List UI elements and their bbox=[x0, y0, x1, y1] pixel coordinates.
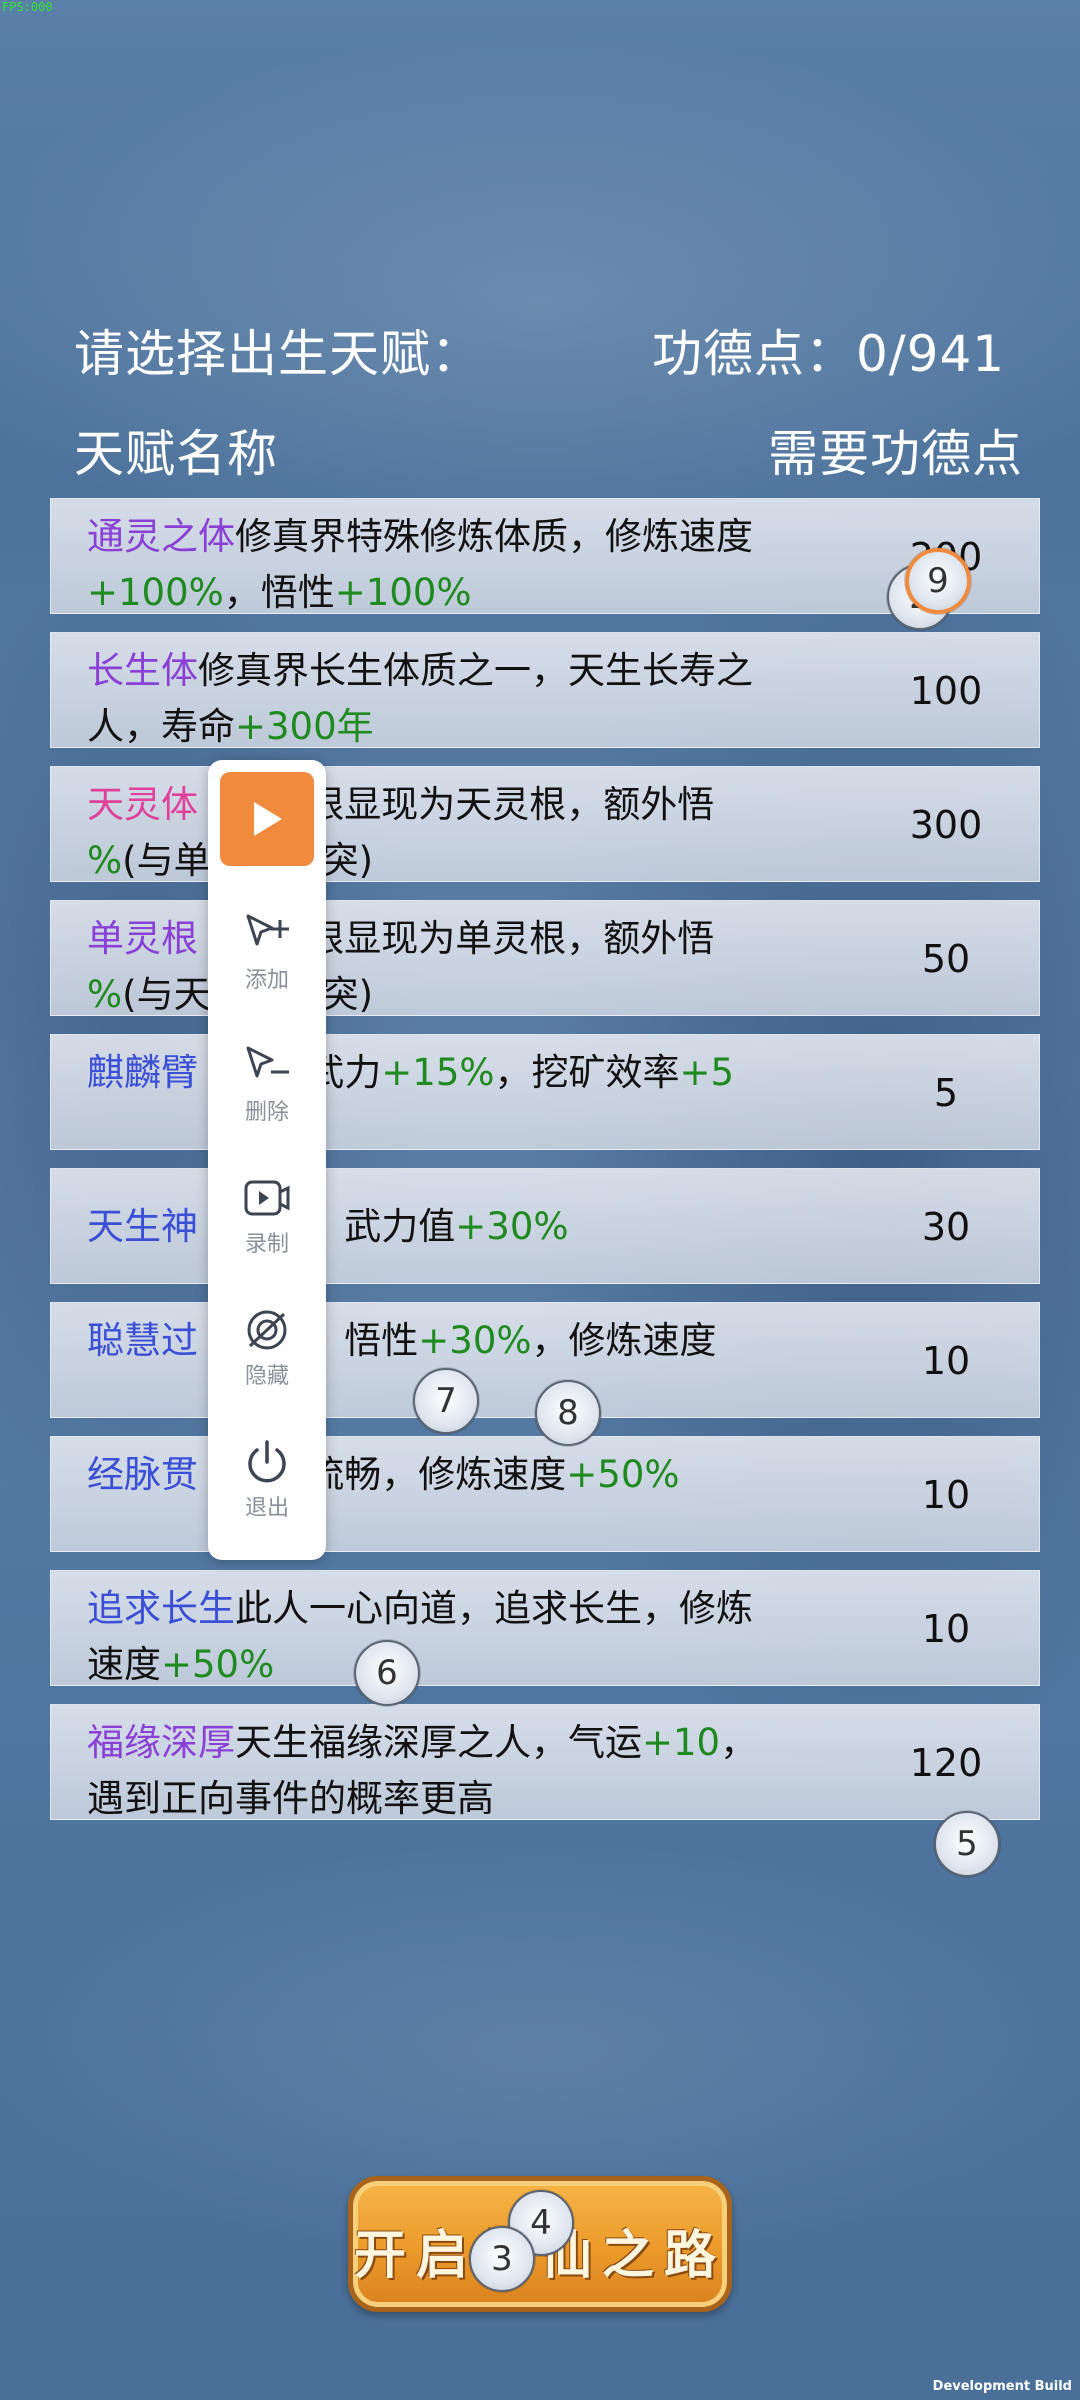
talent-row[interactable]: 麒麟臂 人，武力+15%，挖矿效率+5 5 bbox=[50, 1034, 1040, 1150]
talent-description: 天灵体 时灵根显现为天灵根，额外悟 %(与单灵根冲突) bbox=[87, 777, 767, 889]
remove-cursor-icon bbox=[246, 1046, 289, 1078]
talent-row[interactable]: 追求长生此人一心向道，追求长生，修炼速度+50% 10 bbox=[50, 1570, 1040, 1686]
talent-cost: 30 bbox=[921, 1205, 971, 1249]
touch-marker-7: 7 bbox=[413, 1368, 479, 1434]
column-header-name: 天赋名称 bbox=[74, 425, 278, 483]
talent-cost: 100 bbox=[909, 669, 983, 713]
talent-description: 经脉贯 运行流畅，修炼速度+50% bbox=[87, 1447, 767, 1503]
talent-name: 天灵体 bbox=[87, 783, 198, 826]
talent-description: 聪慧过 聪明，悟性+30%，修炼速度 bbox=[87, 1313, 767, 1369]
talent-name: 福缘深厚 bbox=[87, 1721, 235, 1764]
talent-name: 单灵根 bbox=[87, 917, 198, 960]
talent-cost: 10 bbox=[921, 1339, 971, 1383]
talent-description: 通灵之体修真界特殊修炼体质，修炼速度 +100%，悟性+100% bbox=[87, 509, 767, 621]
talent-desc-text: 修真界特殊修炼体质，修炼速度 bbox=[235, 515, 753, 558]
talent-row[interactable]: 福缘深厚天生福缘深厚之人，气运+10，遇到正向事件的概率更高 120 bbox=[50, 1704, 1040, 1820]
talent-row[interactable]: 天生神 神力，武力值+30% 30 bbox=[50, 1168, 1040, 1284]
record-label: 录制 bbox=[244, 1232, 289, 1257]
talent-desc-text: ，悟性 bbox=[223, 571, 335, 614]
page-title: 请选择出生天赋： bbox=[74, 325, 482, 383]
talent-name: 聪慧过 bbox=[87, 1319, 198, 1362]
exit-button[interactable]: 退出 bbox=[208, 1438, 326, 1522]
talent-bonus: +300年 bbox=[235, 705, 374, 748]
power-icon bbox=[248, 1440, 286, 1483]
talent-desc-text: ，修炼速度 bbox=[531, 1319, 717, 1362]
record-button[interactable]: 录制 bbox=[208, 1174, 326, 1258]
fps-counter: FPS:000 bbox=[2, 0, 53, 14]
add-button[interactable]: 添加 bbox=[208, 910, 326, 994]
talent-row[interactable]: 天灵体 时灵根显现为天灵根，额外悟 %(与单灵根冲突)300 bbox=[50, 766, 1040, 882]
talent-row[interactable]: 长生体修真界长生体质之一，天生长寿之人，寿命+300年 100 bbox=[50, 632, 1040, 748]
hide-button[interactable]: 隐藏 bbox=[208, 1306, 326, 1390]
talent-cost: 300 bbox=[909, 803, 983, 847]
touch-marker-8: 8 bbox=[535, 1380, 601, 1446]
talent-description: 追求长生此人一心向道，追求长生，修炼速度+50% bbox=[87, 1581, 767, 1693]
talent-description: 长生体修真界长生体质之一，天生长寿之人，寿命+300年 bbox=[87, 643, 767, 755]
add-cursor-icon bbox=[246, 914, 289, 946]
talent-bonus: +30% bbox=[418, 1319, 532, 1362]
talent-row[interactable]: 经脉贯 运行流畅，修炼速度+50% 10 bbox=[50, 1436, 1040, 1552]
talent-name: 天生神 bbox=[87, 1205, 198, 1248]
talent-cost: 50 bbox=[921, 937, 971, 981]
touch-marker-3: 3 bbox=[469, 2226, 535, 2292]
touch-marker-9: 9 bbox=[905, 548, 971, 614]
hide-label: 隐藏 bbox=[244, 1364, 289, 1389]
touch-marker-6: 6 bbox=[354, 1640, 420, 1706]
talent-bonus: +15% bbox=[381, 1051, 495, 1094]
talent-row[interactable]: 单灵根 时灵根显现为单灵根，额外悟 %(与天灵根冲突)50 bbox=[50, 900, 1040, 1016]
talent-cost: 10 bbox=[921, 1607, 971, 1651]
talent-bonus: +50% bbox=[566, 1453, 680, 1496]
add-label: 添加 bbox=[244, 968, 289, 993]
talent-bonus: +100% bbox=[334, 571, 472, 614]
talent-description: 福缘深厚天生福缘深厚之人，气运+10，遇到正向事件的概率更高 bbox=[87, 1715, 767, 1827]
talent-name: 经脉贯 bbox=[87, 1453, 198, 1496]
recorder-panel: 添加 删除 录制 隐藏 退出 bbox=[208, 760, 326, 1560]
play-icon bbox=[254, 802, 282, 836]
talent-cost: 10 bbox=[921, 1473, 971, 1517]
talent-bonus: +30% bbox=[455, 1205, 569, 1248]
talent-name: 追求长生 bbox=[87, 1587, 235, 1630]
talent-description: 麒麟臂 人，武力+15%，挖矿效率+5 bbox=[87, 1045, 767, 1101]
development-build-label: Development Build bbox=[932, 2379, 1072, 2394]
talent-desc-text: ，挖矿效率 bbox=[494, 1051, 680, 1094]
delete-button[interactable]: 删除 bbox=[208, 1042, 326, 1126]
exit-label: 退出 bbox=[244, 1496, 289, 1521]
talent-bonus: +10 bbox=[642, 1721, 721, 1764]
talent-name: 长生体 bbox=[87, 649, 198, 692]
talent-description: 单灵根 时灵根显现为单灵根，额外悟 %(与天灵根冲突) bbox=[87, 911, 767, 1023]
delete-label: 删除 bbox=[244, 1100, 289, 1125]
column-header-cost: 需要功德点 bbox=[768, 425, 1023, 483]
talent-bonus: +5 bbox=[679, 1051, 735, 1094]
talent-bonus: +100% bbox=[87, 571, 224, 614]
play-button[interactable] bbox=[220, 772, 314, 866]
touch-marker-5: 5 bbox=[934, 1811, 1000, 1877]
talent-name: 通灵之体 bbox=[87, 515, 235, 558]
talent-description: 天生神 神力，武力值+30% bbox=[87, 1199, 767, 1255]
video-record-icon bbox=[244, 1180, 290, 1216]
merit-points: 功德点：0/941 bbox=[652, 325, 1006, 383]
talent-desc-text: 天生福缘深厚之人，气运 bbox=[235, 1721, 642, 1764]
talent-bonus: +50% bbox=[161, 1643, 275, 1686]
talent-name: 麒麟臂 bbox=[87, 1051, 198, 1094]
talent-cost: 5 bbox=[933, 1071, 959, 1115]
talent-cost: 120 bbox=[909, 1741, 983, 1785]
hide-eye-icon bbox=[247, 1310, 287, 1350]
